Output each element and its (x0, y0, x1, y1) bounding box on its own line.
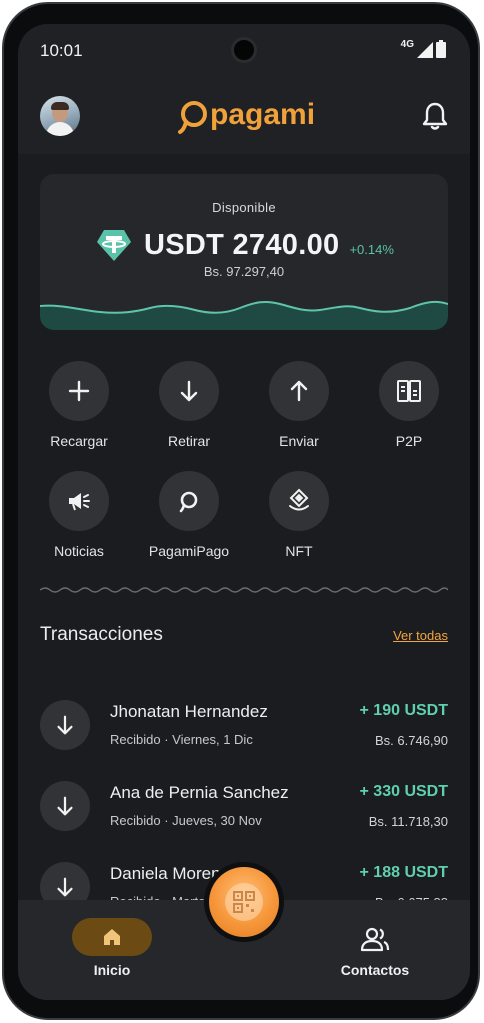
received-icon-wrap (40, 781, 90, 831)
balance-row: USDT 2740.00 +0.14% (96, 228, 394, 262)
megaphone-icon (69, 493, 90, 511)
arrow-up-icon (290, 380, 308, 402)
signal-icon (417, 42, 433, 58)
transaction-amount: + 330 USDT (359, 783, 448, 800)
action-nft[interactable]: NFT (249, 471, 349, 559)
action-label: Enviar (279, 433, 319, 449)
action-label: PagamiPago (148, 543, 230, 559)
transaction-name: Jhonatan Hernandez (110, 702, 268, 721)
retirar-button[interactable] (159, 361, 219, 421)
nav-contacts-label[interactable]: Contactos (325, 962, 425, 978)
p2p-icon (397, 380, 421, 402)
arrow-down-icon (57, 715, 73, 735)
balance-sparkline (40, 300, 448, 330)
pagamipago-button[interactable] (159, 471, 219, 531)
battery-icon (436, 40, 446, 58)
qr-scan-button[interactable] (209, 867, 279, 937)
tether-icon (97, 230, 131, 261)
app-header: pagami (18, 76, 470, 154)
arrow-down-icon (57, 877, 73, 897)
transaction-row[interactable]: Ana de Pernia Sanchez Recibido · Jueves,… (40, 779, 448, 839)
action-label: Recargar (50, 433, 108, 449)
transactions-title: Transacciones (40, 624, 163, 645)
pagami-logo: pagami (178, 98, 315, 134)
contacts-icon[interactable] (360, 926, 390, 952)
action-retirar[interactable]: Retirar (139, 361, 239, 449)
balance-card[interactable]: Disponible USDT 2740.00 +0.14% Bs. 97.29… (40, 174, 448, 330)
balance-secondary: Bs. 97.297,40 (203, 264, 285, 279)
transaction-amount: + 188 USDT (359, 864, 448, 881)
phone-frame: 10:01 4G pagami Disponible USDT 2740.00 … (2, 2, 480, 1020)
action-label: Retirar (167, 433, 210, 449)
svg-text:pagami: pagami (210, 98, 315, 131)
action-p2p[interactable]: P2P (359, 361, 459, 449)
balance-change: +0.14% (349, 241, 394, 257)
action-label: NFT (285, 543, 313, 559)
front-camera (231, 37, 257, 63)
p2p-button[interactable] (379, 361, 439, 421)
action-enviar[interactable]: Enviar (249, 361, 349, 449)
nft-button[interactable] (269, 471, 329, 531)
action-noticias[interactable]: Noticias (29, 471, 129, 559)
wavy-divider (40, 587, 448, 593)
noticias-button[interactable] (49, 471, 109, 531)
nft-icon (289, 488, 309, 511)
received-icon-wrap (40, 700, 90, 750)
avatar[interactable] (40, 96, 80, 136)
bell-icon[interactable] (422, 102, 448, 130)
action-label: Noticias (54, 543, 104, 559)
transaction-meta: Recibido · Jueves, 30 Nov (110, 813, 262, 828)
arrow-down-icon (180, 380, 198, 402)
transaction-meta: Recibido · Viernes, 1 Dic (110, 732, 253, 747)
app-screen: 10:01 4G pagami Disponible USDT 2740.00 … (18, 24, 470, 1000)
status-time: 10:01 (40, 41, 83, 60)
arrow-down-icon (57, 796, 73, 816)
transaction-bs: Bs. 6.746,90 (375, 733, 448, 748)
qr-code-icon (233, 891, 255, 913)
status-bar: 10:01 4G (18, 24, 470, 76)
plus-icon (68, 380, 90, 402)
recargar-button[interactable] (49, 361, 109, 421)
network-type: 4G (400, 39, 414, 50)
transaction-name: Ana de Pernia Sanchez (110, 783, 289, 802)
transaction-amount: + 190 USDT (359, 702, 448, 719)
pagami-pago-icon (179, 491, 198, 513)
view-all-link[interactable]: Ver todas (393, 628, 448, 643)
action-recargar[interactable]: Recargar (29, 361, 129, 449)
transaction-row[interactable]: Jhonatan Hernandez Recibido · Viernes, 1… (40, 698, 448, 758)
action-label: P2P (395, 433, 423, 449)
system-icons: 4G (401, 40, 446, 58)
balance-label: Disponible (212, 200, 276, 215)
nav-home-label[interactable]: Inicio (62, 962, 162, 978)
action-pagamipago[interactable]: PagamiPago (139, 471, 239, 559)
transaction-bs: Bs. 11.718,30 (368, 814, 448, 829)
nav-home-button[interactable] (72, 918, 152, 956)
home-icon (104, 929, 120, 945)
enviar-button[interactable] (269, 361, 329, 421)
balance-amount: USDT 2740.00 (144, 228, 340, 261)
